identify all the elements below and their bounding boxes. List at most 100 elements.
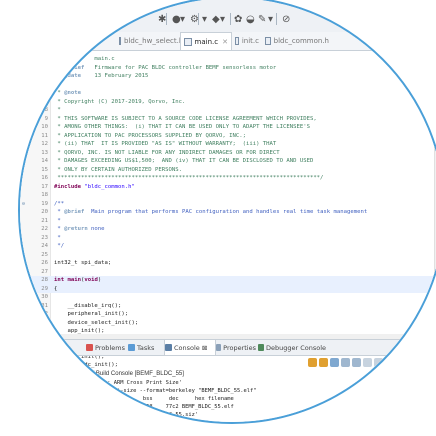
external-tools-dropdown-icon[interactable]: ▾ xyxy=(220,12,225,26)
line-number: 26 xyxy=(41,260,48,266)
code-token: main.c xyxy=(80,56,115,62)
close-tab-icon[interactable]: ✕ xyxy=(222,38,228,46)
line-number: 2 xyxy=(44,56,48,62)
code-token: * ONLY BY CERTAIN AUTHORIZED PERSONS. xyxy=(54,166,182,173)
line-number: 30 xyxy=(41,294,48,300)
code-text: * @file main.c xyxy=(54,55,115,64)
search-icon[interactable]: ◒ xyxy=(246,12,255,26)
c-file-icon xyxy=(265,37,271,45)
code-line: 20 * @brief Main program that performs P… xyxy=(20,208,436,217)
external-tools-icon[interactable]: ◆ xyxy=(212,12,220,26)
line-number: 27 xyxy=(41,268,48,275)
line-number: 19 xyxy=(41,200,48,207)
line-number: 33 xyxy=(41,319,48,326)
code-token: * xyxy=(54,73,65,79)
code-line: ⊖ 28 int main(void) xyxy=(20,276,436,285)
code-token: none xyxy=(87,226,105,232)
bug-dropdown-icon[interactable]: ▾ xyxy=(202,12,207,26)
pin-icon[interactable]: ⊘ xyxy=(282,12,290,26)
pin-console-icon[interactable] xyxy=(308,357,317,367)
panel-tab-label: Properties xyxy=(223,343,256,352)
code-token: main xyxy=(67,277,81,283)
tab-main-c[interactable]: main.c ✕ xyxy=(180,32,232,50)
display-selected-icon[interactable] xyxy=(352,357,361,367)
toolbar-separator xyxy=(230,13,231,25)
fold-toggle-icon[interactable]: ⊖ xyxy=(22,276,25,285)
minimize-icon[interactable] xyxy=(385,357,394,367)
code-token: * xyxy=(54,81,61,88)
tab-label: bldc_common.h xyxy=(273,37,329,45)
word-wrap-icon[interactable] xyxy=(341,357,350,367)
fold-toggle-icon[interactable]: ⊖ xyxy=(22,200,25,209)
code-line: 10 * AMONG OTHER THINGS: (i) THAT IT CAN… xyxy=(20,123,436,132)
run-dropdown-icon[interactable]: ▾ xyxy=(180,12,185,26)
code-line: 18 xyxy=(20,191,436,200)
panel-tab-label: Console ⊠ xyxy=(174,343,208,352)
code-text: * (ii) THAT IT IS PROVIDED "AS IS" WITHO… xyxy=(54,140,276,149)
code-line: 16 *************************************… xyxy=(20,174,436,183)
code-token: #include xyxy=(54,183,81,190)
code-line: 32 peripheral_init(); xyxy=(20,310,436,319)
code-token: @date xyxy=(64,73,81,79)
code-token: * DAMAGES EXCEEDING US$1,500; AND (iv) T… xyxy=(54,158,314,164)
line-number: 32 xyxy=(41,311,48,317)
code-token: int xyxy=(54,277,65,283)
maximize-icon[interactable] xyxy=(396,357,405,367)
panel-tab-debugger-console[interactable]: Debugger Console xyxy=(258,340,326,355)
annotation-dropdown-icon[interactable]: ▾ xyxy=(268,12,273,26)
toolbar-separator xyxy=(166,13,167,25)
panel-tab-label: Debugger Console xyxy=(265,343,326,352)
open-console-icon[interactable] xyxy=(363,357,372,367)
code-token: * QORVO, INC. IS NOT LIABLE FOR ANY INDI… xyxy=(54,149,280,156)
console-view[interactable]: CDT Build Console [BEMF_BLDC_55] 'Invoki… xyxy=(20,370,436,422)
code-text: * @return none xyxy=(54,225,105,234)
line-number: 15 xyxy=(41,166,48,173)
code-token: device_select_init(); xyxy=(54,319,139,326)
code-token: @brief xyxy=(64,64,85,71)
scroll-lock-icon[interactable] xyxy=(330,357,339,367)
line-number: 20 xyxy=(41,209,48,215)
editor-tabs: bldc_hw_select.h main.c ✕ init.c bldc_common… xyxy=(20,32,436,51)
code-line: 22 * @return none xyxy=(20,225,436,234)
code-text: * @date 13 February 2015 xyxy=(54,72,148,81)
code-token: * xyxy=(54,226,65,232)
code-token: * xyxy=(54,56,65,62)
tab-bldc-hw-select-h[interactable]: bldc_hw_select.h xyxy=(116,32,183,50)
code-text: int32_t spi_data; xyxy=(54,259,111,268)
line-number: 28 xyxy=(41,277,48,283)
line-number: 17 xyxy=(41,183,48,190)
debugger-console-icon xyxy=(258,344,264,351)
code-line: 5 * xyxy=(20,81,436,90)
line-number: 38 xyxy=(41,362,48,368)
line-number: 21 xyxy=(41,217,48,224)
panel-tab-console[interactable]: Console ⊠ xyxy=(164,340,216,355)
line-number: 4 xyxy=(44,73,48,79)
panel-tab-properties[interactable]: Properties xyxy=(216,340,256,355)
code-editor[interactable]: 2 * @file main.c 3 * @brief Firmware for … xyxy=(20,51,436,385)
code-text: device_select_init(); xyxy=(54,319,138,328)
code-line: 31 __disable_irq(); xyxy=(20,302,436,311)
clear-console-icon[interactable] xyxy=(319,357,328,367)
console-line: arm-none-eabi-size --format=berkeley "BE… xyxy=(78,388,257,394)
code-line: 2 * @file main.c xyxy=(20,55,436,64)
code-token: * xyxy=(54,234,61,241)
code-line: 8 * xyxy=(20,106,436,115)
panel-tab-tasks[interactable]: Tasks xyxy=(128,340,162,355)
code-line: 21 * xyxy=(20,217,436,226)
new-console-icon[interactable] xyxy=(374,357,383,367)
code-text: /** xyxy=(54,200,64,209)
tab-init-c[interactable]: init.c xyxy=(232,32,262,50)
code-text: * APPLICATION TO PAC PROCESSORS SUPPLIED… xyxy=(54,132,246,141)
line-number: 23 xyxy=(41,234,48,241)
code-text: * AMONG OTHER THINGS: (i) THAT IT CAN BE… xyxy=(54,123,310,132)
panel-tab-problems[interactable]: Problems xyxy=(86,340,126,355)
c-file-icon xyxy=(184,37,192,46)
tab-bldc-common-h[interactable]: bldc_common.h xyxy=(262,32,332,50)
code-token: * xyxy=(54,107,61,113)
code-text: peripheral_init(); xyxy=(54,310,128,319)
console-title: CDT Build Console [BEMF_BLDC_55] xyxy=(82,371,184,377)
code-line: 11 * APPLICATION TO PAC PROCESSORS SUPPL… xyxy=(20,132,436,141)
line-number: 25 xyxy=(41,251,48,258)
annotation-icon[interactable]: ✎ xyxy=(258,12,266,26)
open-type-icon[interactable]: ✿ xyxy=(234,12,242,26)
